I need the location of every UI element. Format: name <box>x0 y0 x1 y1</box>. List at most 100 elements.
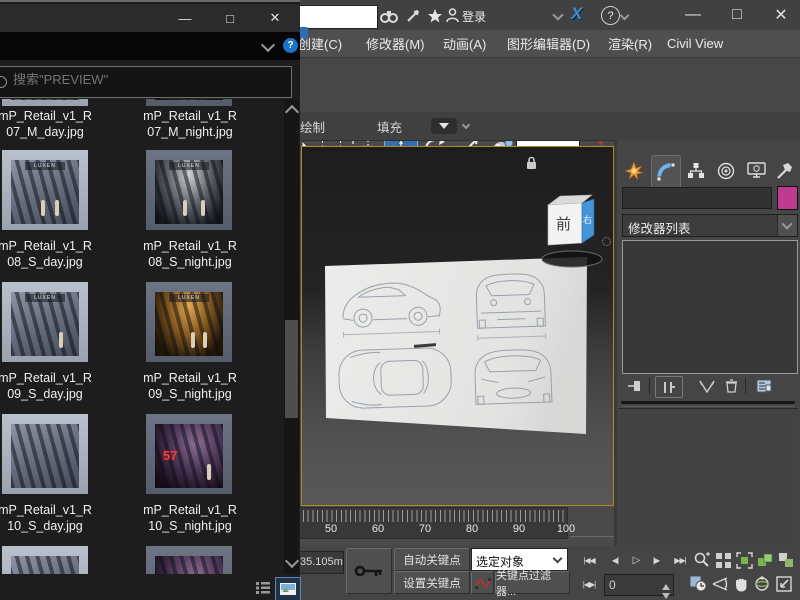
file-thumbnail[interactable]: 57 <box>146 414 232 494</box>
menu-rendering[interactable]: 渲染(R) <box>602 30 658 56</box>
menu-modifiers[interactable]: 修改器(M) <box>360 30 431 56</box>
file-thumbnail[interactable]: LUXEN <box>146 282 232 362</box>
expand-ribbon-chevron-icon[interactable] <box>261 38 275 52</box>
explorer-help-icon[interactable]: ? <box>283 38 298 53</box>
file-name[interactable]: mP_Retail_v1_R08_S_day.jpg <box>0 238 115 270</box>
explorer-minimize-button[interactable]: — <box>168 6 202 30</box>
object-color-swatch[interactable] <box>777 186 798 210</box>
favorites-star-icon[interactable] <box>426 6 444 24</box>
ribbon-tab-fill[interactable]: 填充 <box>377 112 402 140</box>
create-tab-icon[interactable] <box>620 157 648 185</box>
file-thumbnail[interactable]: LUXEN <box>2 150 88 230</box>
details-view-button[interactable] <box>254 579 272 597</box>
explorer-titlebar[interactable]: — □ ✕ <box>0 4 300 32</box>
scrollbar-thumb[interactable] <box>285 320 298 418</box>
explorer-maximize-button[interactable]: □ <box>213 6 247 30</box>
time-configuration-button[interactable] <box>688 575 708 593</box>
max-maximize-button[interactable]: □ <box>723 4 751 26</box>
viewcube[interactable]: 前 右 <box>540 191 606 271</box>
timeline-ruler[interactable]: 50 60 70 80 90 100 <box>296 507 568 539</box>
explorer-search-box[interactable] <box>0 66 292 98</box>
help-icon[interactable]: ? <box>601 6 620 25</box>
file-thumbnail[interactable] <box>2 546 88 574</box>
object-name-field[interactable] <box>622 187 772 209</box>
explorer-scrollbar[interactable] <box>284 99 299 574</box>
ribbon-flyout-button[interactable] <box>431 118 457 134</box>
viewcube-settings-gear-icon[interactable] <box>602 237 611 246</box>
current-frame-field[interactable]: 0 <box>604 574 674 596</box>
sign-in-label[interactable]: 登录 <box>462 8 486 25</box>
auto-key-button[interactable]: 自动关键点 <box>394 548 470 571</box>
file-name[interactable]: mP_Retail_v1_R07_M_night.jpg <box>120 108 260 140</box>
pin-stack-icon[interactable] <box>625 377 643 395</box>
file-name[interactable]: mP_Retail_v1_R09_S_night.jpg <box>120 370 260 402</box>
display-tab-icon[interactable] <box>742 157 770 185</box>
viewcube-front-label[interactable]: 前 <box>556 213 571 234</box>
configure-modifier-sets-icon[interactable] <box>753 377 775 395</box>
menu-graph-editors[interactable]: 图形编辑器(D) <box>501 30 596 56</box>
previous-frame-button[interactable]: ◀| <box>605 551 625 569</box>
orbit-button[interactable] <box>752 575 772 593</box>
pan-hand-button[interactable] <box>731 575 751 593</box>
file-thumbnail[interactable]: LUXEN <box>2 282 88 362</box>
go-to-end-button[interactable]: ▶▶| <box>669 551 691 569</box>
next-frame-button[interactable]: |▶ <box>646 551 666 569</box>
explorer-close-button[interactable]: ✕ <box>258 6 292 30</box>
coordinate-display-field[interactable]: 35.105m <box>296 551 344 574</box>
ribbon-tab-draw[interactable]: 绘制 <box>300 112 325 140</box>
scroll-up-icon[interactable] <box>285 105 299 119</box>
file-thumbnail[interactable] <box>2 414 88 494</box>
spinner-up-icon[interactable] <box>662 577 671 584</box>
zoom-viewport-button[interactable] <box>693 551 711 569</box>
search-binoculars-icon[interactable] <box>378 7 400 25</box>
key-mode-toggle-button[interactable]: |◀▶| <box>578 575 600 593</box>
field-of-view-button[interactable] <box>710 575 730 593</box>
spinner-down-icon[interactable] <box>662 586 671 593</box>
menu-civil-view[interactable]: Civil View <box>661 30 729 56</box>
new-key-tangent-button[interactable] <box>471 571 494 594</box>
thumbnail-view-button[interactable] <box>275 577 301 600</box>
perspective-viewport[interactable]: 前 右 <box>301 146 614 506</box>
make-unique-icon[interactable] <box>697 377 717 395</box>
motion-tab-icon[interactable] <box>712 157 740 185</box>
remove-modifier-icon[interactable] <box>721 377 741 395</box>
modifier-list-dropdown[interactable]: 修改器列表 <box>622 214 798 237</box>
ribbon-flyout-caret-icon[interactable] <box>462 121 470 129</box>
max-minimize-button[interactable]: — <box>679 4 707 26</box>
go-to-start-button[interactable]: |◀◀ <box>578 551 600 569</box>
viewcube-right-label[interactable]: 右 <box>583 213 592 226</box>
modifier-stack-listbox[interactable] <box>622 240 798 374</box>
file-thumbnail[interactable] <box>2 99 88 106</box>
key-filters-button[interactable]: 关键点过滤器... <box>495 571 570 594</box>
scroll-down-icon[interactable] <box>285 554 299 568</box>
file-thumbnail[interactable]: LUXEN <box>146 150 232 230</box>
file-name[interactable]: mP_Retail_v1_R10_S_night.jpg <box>120 502 260 534</box>
zoom-all-button[interactable] <box>714 551 732 569</box>
play-button[interactable]: ▷ <box>628 551 644 569</box>
menu-create[interactable]: 创建(C) <box>292 30 348 56</box>
max-close-button[interactable]: ✕ <box>767 4 795 26</box>
communication-icon[interactable] <box>404 7 424 25</box>
zoom-extents-all-button[interactable] <box>756 551 774 569</box>
file-name[interactable]: mP_Retail_v1_R08_S_night.jpg <box>120 238 260 270</box>
file-name[interactable]: mP_Retail_v1_R10_S_day.jpg <box>0 502 115 534</box>
file-thumbnail[interactable] <box>146 99 232 106</box>
file-name[interactable]: mP_Retail_v1_R07_M_day.jpg <box>0 108 115 140</box>
utilities-tab-icon[interactable] <box>770 157 798 185</box>
sign-in-dropdown-icon[interactable] <box>552 9 563 20</box>
explorer-search-input[interactable] <box>11 71 265 88</box>
set-key-mode-button[interactable]: 设置关键点 <box>394 571 470 594</box>
help-dropdown-icon[interactable] <box>620 11 630 21</box>
max-search-input[interactable] <box>298 5 378 29</box>
show-end-result-button[interactable] <box>655 376 683 398</box>
set-key-big-button[interactable] <box>346 548 392 594</box>
menu-animation[interactable]: 动画(A) <box>437 30 492 56</box>
modify-tab-icon[interactable] <box>651 155 681 187</box>
zoom-region-button[interactable] <box>777 551 795 569</box>
zoom-extents-button[interactable] <box>735 551 753 569</box>
hierarchy-tab-icon[interactable] <box>682 157 710 185</box>
dropdown-chevron-icon[interactable] <box>777 215 797 236</box>
file-thumbnail[interactable] <box>146 546 232 574</box>
maximize-viewport-toggle-button[interactable] <box>774 575 794 593</box>
file-name[interactable]: mP_Retail_v1_R09_S_day.jpg <box>0 370 115 402</box>
